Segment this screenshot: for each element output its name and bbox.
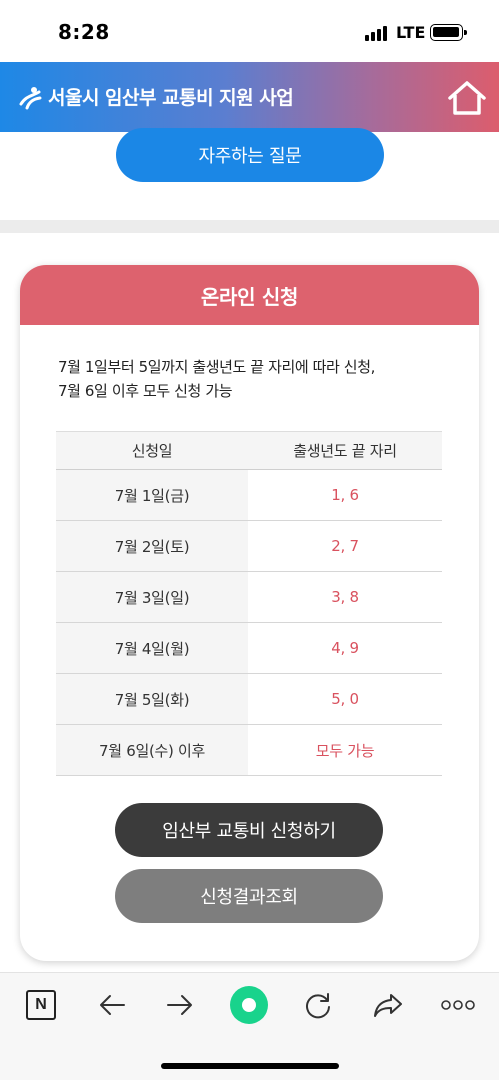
check-result-button[interactable]: 신청결과조회 (115, 869, 383, 923)
network-type-label: LTE (396, 23, 426, 42)
description-line-1: 7월 1일부터 5일까지 출생년도 끝 자리에 따라 신청, (58, 358, 375, 376)
section-divider (0, 220, 499, 233)
more-icon[interactable] (436, 983, 480, 1027)
application-description: 7월 1일부터 5일까지 출생년도 끝 자리에 따라 신청, 7월 6일 이후 … (58, 355, 448, 403)
home-indicator[interactable] (161, 1063, 339, 1069)
table-header-row: 신청일 출생년도 끝 자리 (56, 431, 442, 470)
online-application-card: 온라인 신청 7월 1일부터 5일까지 출생년도 끝 자리에 따라 신청, 7월… (20, 265, 479, 961)
row-digits: 3, 8 (248, 571, 442, 623)
forward-arrow-icon[interactable] (158, 983, 202, 1027)
row-digits: 1, 6 (248, 469, 442, 521)
card-title: 온라인 신청 (20, 265, 479, 325)
status-time: 8:28 (58, 20, 110, 44)
row-digits: 4, 9 (248, 622, 442, 674)
status-bar: 8:28 LTE (0, 0, 499, 62)
row-date: 7월 5일(화) (56, 673, 248, 725)
row-digits: 모두 가능 (248, 724, 442, 776)
faq-button[interactable]: 자주하는 질문 (116, 128, 384, 182)
row-date: 7월 6일(수) 이후 (56, 724, 248, 776)
description-line-2: 7월 6일 이후 모두 신청 가능 (58, 382, 233, 400)
naver-n-label: N (26, 990, 56, 1020)
header-application-date: 신청일 (56, 431, 248, 470)
table-row: 7월 6일(수) 이후 모두 가능 (56, 724, 442, 776)
table-row: 7월 3일(일) 3, 8 (56, 571, 442, 623)
header-birth-year-digit: 출생년도 끝 자리 (248, 431, 442, 470)
battery-icon (430, 24, 467, 41)
row-date: 7월 1일(금) (56, 469, 248, 521)
share-icon[interactable] (366, 983, 410, 1027)
back-arrow-icon[interactable] (90, 983, 134, 1027)
row-digits: 2, 7 (248, 520, 442, 572)
naver-n-icon[interactable]: N (19, 983, 63, 1027)
row-date: 7월 3일(일) (56, 571, 248, 623)
site-header: 서울시 임산부 교통비 지원 사업 (0, 62, 499, 132)
green-dot-icon[interactable] (227, 983, 271, 1027)
refresh-icon[interactable] (296, 983, 340, 1027)
row-digits: 5, 0 (248, 673, 442, 725)
table-row: 7월 5일(화) 5, 0 (56, 673, 442, 725)
apply-button[interactable]: 임산부 교통비 신청하기 (115, 803, 383, 857)
row-date: 7월 2일(토) (56, 520, 248, 572)
table-row: 7월 2일(토) 2, 7 (56, 520, 442, 572)
seoul-logo-icon (19, 87, 42, 110)
page-title: 서울시 임산부 교통비 지원 사업 (48, 87, 294, 109)
row-date: 7월 4일(월) (56, 622, 248, 674)
cellular-signal-icon (365, 25, 389, 41)
table-row: 7월 1일(금) 1, 6 (56, 469, 442, 521)
schedule-table: 신청일 출생년도 끝 자리 7월 1일(금) 1, 6 7월 2일(토) 2, … (56, 431, 442, 776)
home-icon[interactable] (446, 79, 488, 117)
table-row: 7월 4일(월) 4, 9 (56, 622, 442, 674)
